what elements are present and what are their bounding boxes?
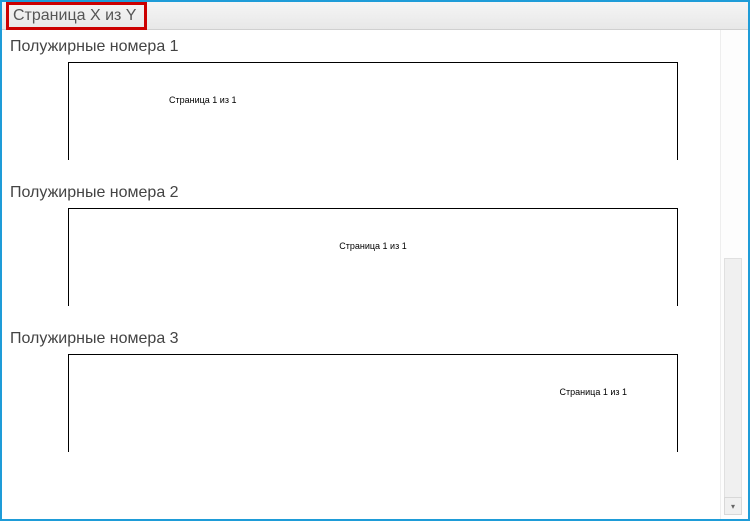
gallery-header: Страница X из Y (2, 2, 748, 30)
option-preview: Страница 1 из 1 (68, 62, 678, 160)
option-preview: Страница 1 из 1 (68, 354, 678, 452)
gallery-option-2[interactable]: Полужирные номера 2 Страница 1 из 1 (8, 184, 748, 306)
category-label: Страница X из Y (13, 7, 136, 25)
gallery-content: Полужирные номера 1 Страница 1 из 1 Полу… (2, 30, 748, 519)
chevron-down-icon: ▾ (731, 502, 735, 511)
preview-text: Страница 1 из 1 (169, 95, 236, 105)
preview-text: Страница 1 из 1 (339, 241, 406, 251)
option-title: Полужирные номера 3 (8, 330, 748, 348)
option-title: Полужирные номера 1 (8, 38, 748, 56)
option-title: Полужирные номера 2 (8, 184, 748, 202)
scrollbar-down-button[interactable]: ▾ (724, 497, 742, 515)
option-preview: Страница 1 из 1 (68, 208, 678, 306)
preview-text: Страница 1 из 1 (560, 387, 627, 397)
gallery-option-3[interactable]: Полужирные номера 3 Страница 1 из 1 (8, 330, 748, 452)
scrollbar-track[interactable] (724, 258, 742, 510)
gallery-option-1[interactable]: Полужирные номера 1 Страница 1 из 1 (8, 38, 748, 160)
category-label-highlighted: Страница X из Y (6, 2, 147, 30)
